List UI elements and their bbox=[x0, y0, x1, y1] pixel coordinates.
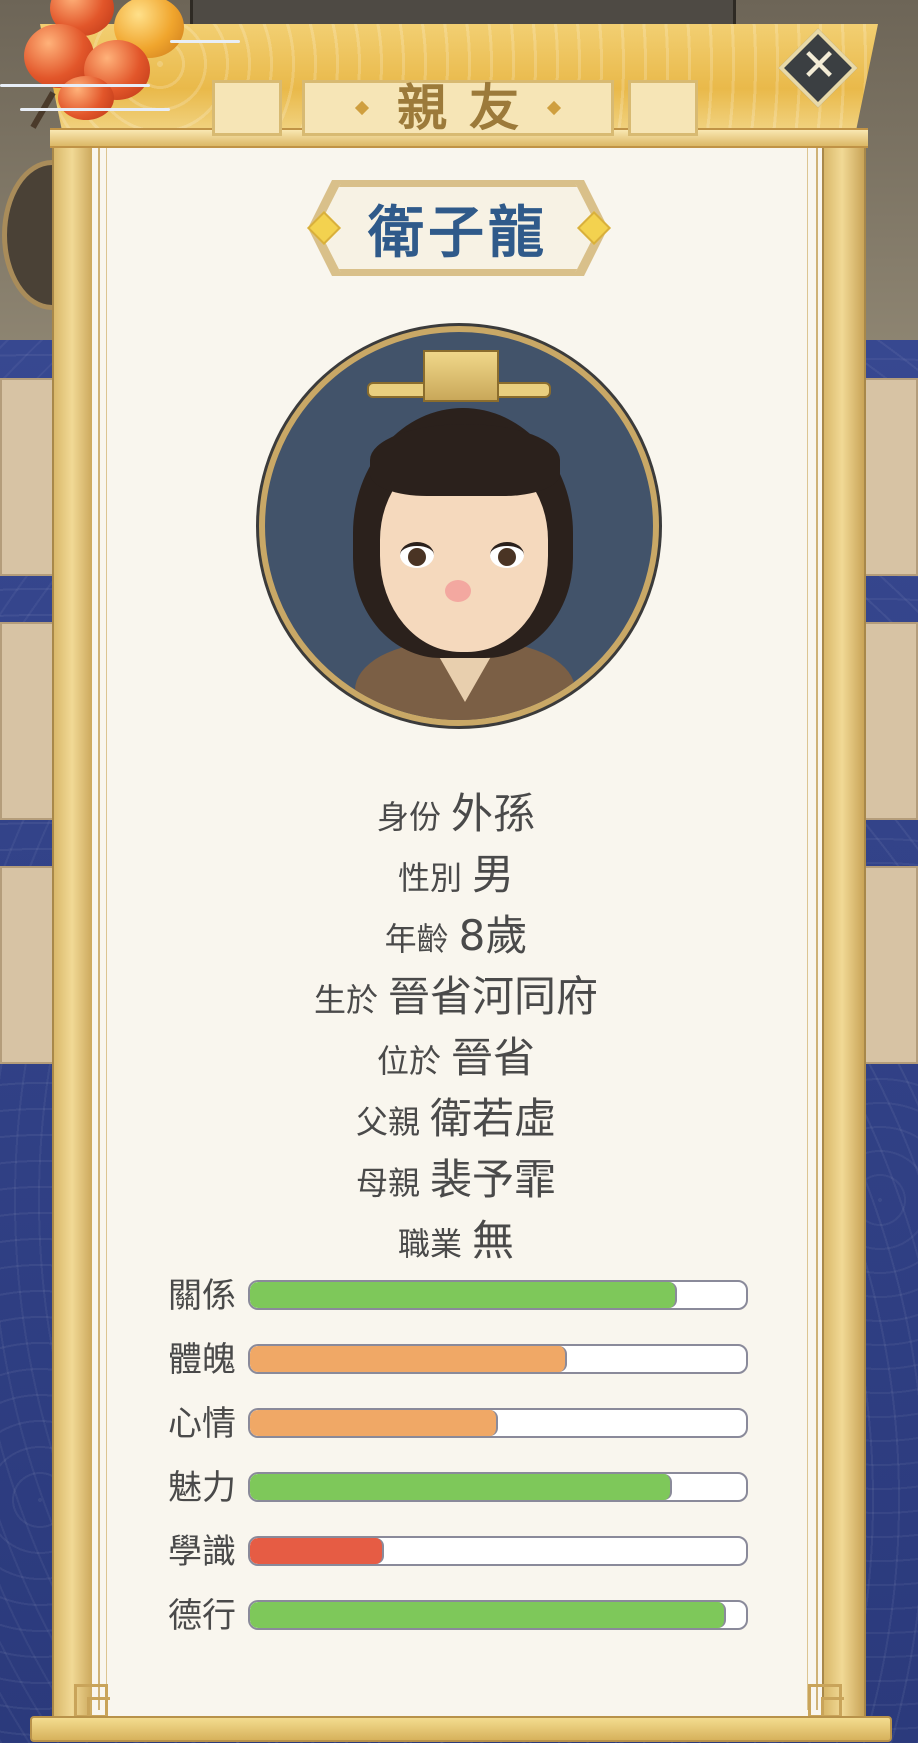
character-name: 衛子龍 bbox=[368, 199, 548, 266]
scroll-right-rod bbox=[822, 128, 866, 1724]
character-portrait bbox=[259, 326, 659, 726]
stat-fill bbox=[250, 1410, 498, 1436]
scroll-left-rod bbox=[52, 128, 96, 1724]
cloud-line bbox=[20, 108, 170, 111]
scroll-bottom-rod bbox=[30, 1716, 892, 1742]
info-birthplace: 生於 晉省河同府 bbox=[106, 963, 806, 1024]
stat-label-virtue: 德行 bbox=[168, 1596, 236, 1636]
stat-bar-physique bbox=[248, 1344, 748, 1374]
corner-ornament bbox=[808, 1684, 844, 1720]
stat-label-physique: 體魄 bbox=[168, 1340, 236, 1380]
info-value: 8歲 bbox=[458, 911, 528, 960]
stat-fill bbox=[250, 1602, 727, 1628]
info-value: 晉省 bbox=[451, 1033, 536, 1082]
stat-label-mood: 心情 bbox=[168, 1404, 236, 1444]
info-label: 生於 bbox=[313, 981, 378, 1019]
info-label: 母親 bbox=[355, 1164, 420, 1202]
info-label: 父親 bbox=[355, 1103, 420, 1141]
header-ornament-box bbox=[628, 80, 698, 136]
portrait-eye bbox=[490, 542, 524, 568]
info-identity: 身份 外孫 bbox=[106, 780, 806, 841]
info-occupation: 職業無 bbox=[106, 1207, 806, 1268]
stat-label-relationship: 關係 bbox=[168, 1276, 236, 1316]
info-value: 晉省河同府 bbox=[388, 972, 599, 1021]
info-value: 無 bbox=[472, 1216, 515, 1265]
info-age: 年齡 8歲 bbox=[106, 902, 806, 963]
portrait-hat bbox=[423, 350, 499, 402]
info-mother: 母親 裴予霏 bbox=[106, 1146, 806, 1207]
info-label: 位於 bbox=[376, 1042, 441, 1080]
info-value: 外孫 bbox=[451, 789, 536, 838]
diamond-icon bbox=[354, 100, 370, 116]
info-value: 男 bbox=[472, 850, 515, 899]
page-title: 親友 bbox=[397, 78, 541, 137]
stat-bar-knowledge bbox=[248, 1536, 748, 1566]
stat-bar-virtue bbox=[248, 1600, 748, 1630]
info-value: 衛若虛 bbox=[430, 1094, 557, 1143]
stat-bar-relationship bbox=[248, 1280, 748, 1310]
fruit-icon bbox=[58, 76, 114, 120]
info-father: 父親 衛若虛 bbox=[106, 1085, 806, 1146]
diamond-icon bbox=[546, 100, 562, 116]
stat-fill bbox=[250, 1474, 672, 1500]
info-gender: 性別男 bbox=[106, 841, 806, 902]
stat-fill bbox=[250, 1282, 677, 1308]
info-label: 身份 bbox=[376, 798, 441, 836]
name-plate: 衛子龍 bbox=[318, 184, 598, 272]
stat-fill bbox=[250, 1346, 568, 1372]
info-location: 位於 晉省 bbox=[106, 1024, 806, 1085]
info-label: 職業 bbox=[397, 1225, 462, 1263]
cloud-line bbox=[170, 40, 240, 43]
portrait-eye bbox=[400, 542, 434, 568]
portrait-bangs bbox=[370, 424, 560, 496]
header-ornament-box bbox=[212, 80, 282, 136]
cloud-line bbox=[0, 84, 150, 87]
portrait-blush bbox=[445, 580, 471, 602]
stat-bar-mood bbox=[248, 1408, 748, 1438]
stat-label-charm: 魅力 bbox=[168, 1468, 236, 1508]
info-label: 性別 bbox=[397, 859, 462, 897]
stat-bar-charm bbox=[248, 1472, 748, 1502]
header-title-box: 親友 bbox=[302, 80, 614, 136]
info-value: 裴予霏 bbox=[430, 1155, 557, 1204]
info-label: 年齡 bbox=[384, 920, 449, 958]
stat-label-knowledge: 學識 bbox=[168, 1532, 236, 1572]
stat-fill bbox=[250, 1538, 384, 1564]
corner-ornament bbox=[74, 1684, 110, 1720]
